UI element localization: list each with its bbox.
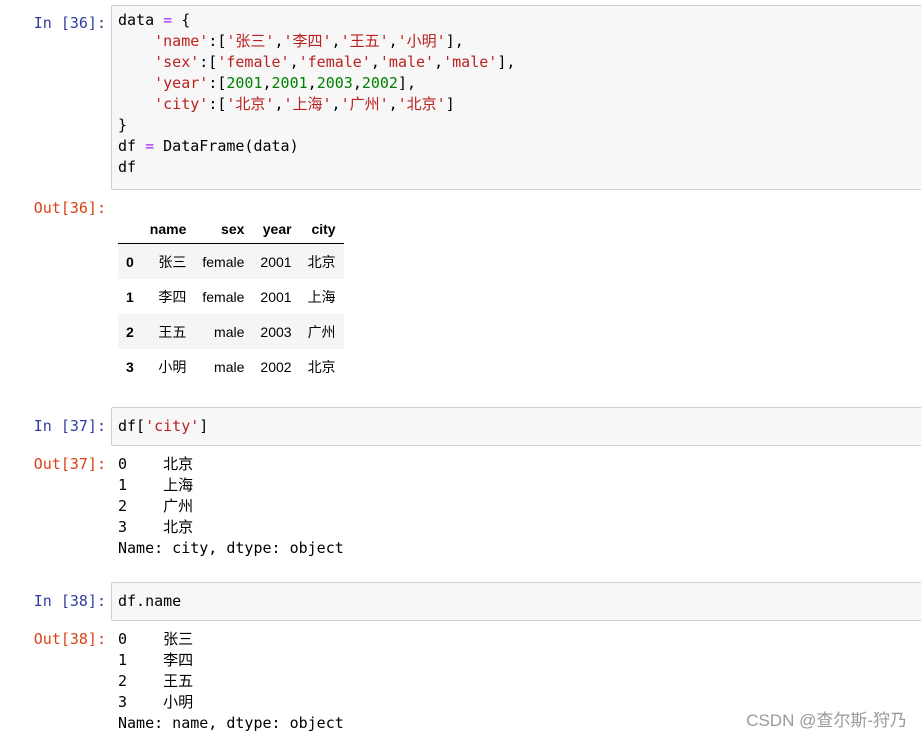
table-header-row: name sex year city [118, 214, 344, 244]
watermark: CSDN @查尔斯-狩乃 [746, 711, 907, 730]
output-prompt-36: Out[36]: [33, 199, 106, 217]
table-cell: 北京 [307, 358, 336, 375]
code-cell-38[interactable]: df.name [111, 582, 921, 621]
table-row: 3 小明 male 2002 北京 [118, 349, 344, 384]
code-editor[interactable]: df['city'] [112, 408, 921, 441]
input-prompt-38: In [38]: [33, 592, 106, 610]
table-cell: 王五 [158, 323, 187, 340]
output-line: 3 小明 [118, 693, 194, 711]
column-header: year [252, 214, 300, 244]
output-line: 2 广州 [118, 497, 194, 515]
series-output-38: 0 张三 1 李四 2 王五 3 小明 Name: name, dtype: o… [118, 629, 344, 734]
table-cell: 小明 [158, 358, 187, 375]
table-cell: 2003 [260, 323, 292, 340]
output-line: 1 上海 [118, 476, 194, 494]
table-cell: male [214, 323, 245, 340]
output-line: 0 张三 [118, 630, 194, 648]
output-line: 1 李四 [118, 651, 194, 669]
table-cell: female [202, 288, 245, 305]
table-cell: 2001 [260, 288, 292, 305]
output-line: 3 北京 [118, 518, 194, 536]
output-line: Name: name, dtype: object [118, 714, 344, 732]
table-row: 1 李四 female 2001 上海 [118, 279, 344, 314]
row-index: 2 [126, 323, 134, 340]
row-index: 3 [126, 358, 134, 375]
output-prompt-37: Out[37]: [33, 455, 106, 473]
index-header [118, 214, 142, 244]
table-cell: 广州 [307, 323, 336, 340]
code-cell-36[interactable]: data = { 'name':['张三','李四','王五','小明'], '… [111, 5, 921, 190]
code-editor[interactable]: df.name [112, 583, 921, 616]
dataframe-table: name sex year city 0 张三 female 2001 北京 1… [118, 214, 344, 384]
table-cell: 上海 [307, 288, 336, 305]
column-header: name [141, 214, 195, 244]
table-cell: 2001 [260, 253, 292, 270]
table-cell: 北京 [307, 253, 336, 270]
column-header: sex [194, 214, 253, 244]
table-cell: 张三 [158, 253, 187, 270]
series-output-37: 0 北京 1 上海 2 广州 3 北京 Name: city, dtype: o… [118, 454, 344, 559]
table-row: 2 王五 male 2003 广州 [118, 314, 344, 349]
output-line: 2 王五 [118, 672, 194, 690]
column-header: city [299, 214, 344, 244]
row-index: 0 [126, 253, 134, 270]
table-cell: 李四 [158, 288, 187, 305]
output-prompt-38: Out[38]: [33, 630, 106, 648]
table-cell: female [202, 253, 245, 270]
table-cell: male [214, 358, 245, 375]
output-line: Name: city, dtype: object [118, 539, 344, 557]
input-prompt-37: In [37]: [33, 417, 106, 435]
code-editor[interactable]: data = { 'name':['张三','李四','王五','小明'], '… [112, 6, 921, 182]
output-line: 0 北京 [118, 455, 194, 473]
table-row: 0 张三 female 2001 北京 [118, 243, 344, 279]
row-index: 1 [126, 288, 134, 305]
table-cell: 2002 [260, 358, 292, 375]
input-prompt-36: In [36]: [33, 14, 106, 32]
code-cell-37[interactable]: df['city'] [111, 407, 921, 446]
